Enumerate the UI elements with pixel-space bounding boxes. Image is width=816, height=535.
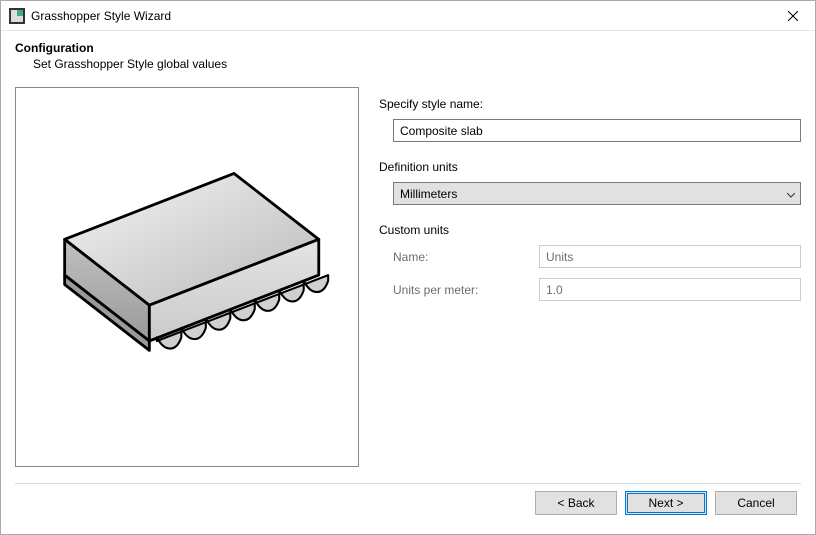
form-column: Specify style name: Definition units Mil… — [379, 87, 801, 477]
page-subtitle: Set Grasshopper Style global values — [15, 57, 801, 71]
content-area: Specify style name: Definition units Mil… — [1, 83, 815, 477]
slab-preview-icon — [27, 127, 347, 427]
style-name-input[interactable] — [393, 119, 801, 142]
wizard-window: Grasshopper Style Wizard Configuration S… — [0, 0, 816, 535]
preview-frame — [15, 87, 359, 467]
next-button[interactable]: Next > — [625, 491, 707, 515]
page-title: Configuration — [15, 41, 801, 55]
custom-upm-row: Units per meter: 1.0 — [379, 278, 801, 301]
close-icon — [788, 11, 798, 21]
titlebar: Grasshopper Style Wizard — [1, 1, 815, 31]
cancel-button[interactable]: Cancel — [715, 491, 797, 515]
close-button[interactable] — [770, 1, 815, 30]
style-name-label: Specify style name: — [379, 97, 801, 111]
back-button[interactable]: < Back — [535, 491, 617, 515]
custom-name-label: Name: — [379, 250, 539, 264]
custom-units-label: Custom units — [379, 223, 801, 237]
button-bar: < Back Next > Cancel — [1, 484, 815, 534]
window-title: Grasshopper Style Wizard — [31, 9, 770, 23]
app-icon — [9, 8, 25, 24]
definition-units-select[interactable]: Millimeters — [393, 182, 801, 205]
definition-units-label: Definition units — [379, 160, 801, 174]
custom-upm-input: 1.0 — [539, 278, 801, 301]
custom-upm-label: Units per meter: — [379, 283, 539, 297]
definition-units-value: Millimeters — [400, 187, 457, 201]
wizard-header: Configuration Set Grasshopper Style glob… — [1, 31, 815, 83]
custom-name-row: Name: Units — [379, 245, 801, 268]
custom-name-input: Units — [539, 245, 801, 268]
